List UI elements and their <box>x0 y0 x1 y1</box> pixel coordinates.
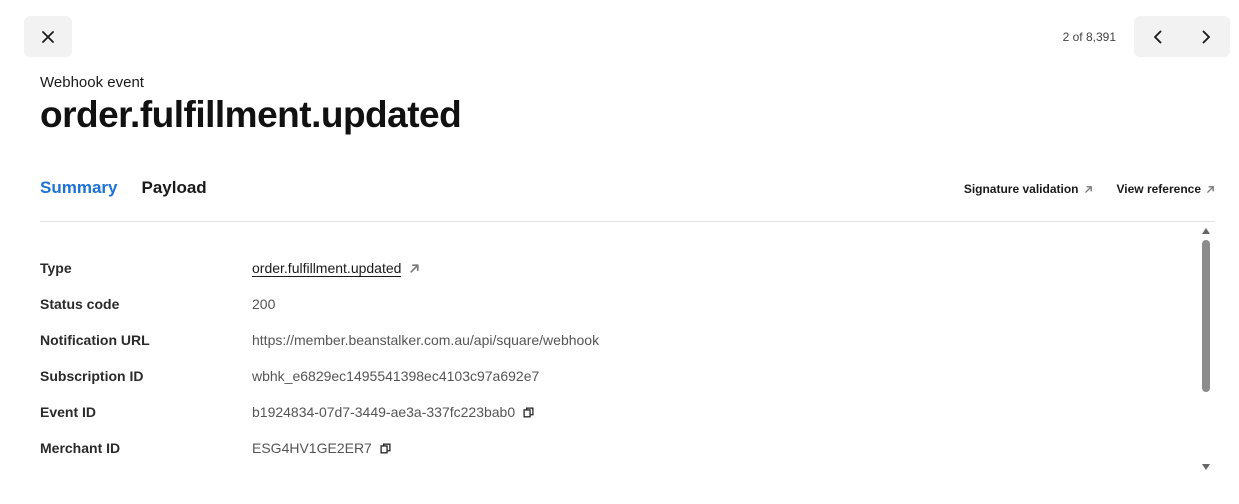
detail-row-status-code: Status code 200 <box>40 286 1190 322</box>
scroll-up-arrow[interactable] <box>1201 226 1211 236</box>
pager-controls <box>1134 16 1230 57</box>
subscription-id-value: wbhk_e6829ec1495541398ec4103c97a692e7 <box>252 368 540 384</box>
event-id-value: b1924834-07d7-3449-ae3a-337fc223bab0 <box>252 404 516 420</box>
view-reference-link[interactable]: View reference <box>1117 182 1216 196</box>
merchant-id-value: ESG4HV1GE2ER7 <box>252 440 372 456</box>
chevron-left-icon <box>1154 30 1162 43</box>
type-link[interactable]: order.fulfillment.updated <box>252 260 420 277</box>
details-list: Type order.fulfillment.updated Status co… <box>40 250 1190 466</box>
scroll-thumb[interactable] <box>1202 240 1210 392</box>
header-links: Signature validation View reference <box>964 182 1215 196</box>
external-link-icon <box>1207 185 1214 193</box>
detail-label: Status code <box>40 296 120 312</box>
detail-label: Type <box>40 260 72 276</box>
event-eyebrow: Webhook event <box>40 74 144 91</box>
external-link-icon <box>1084 185 1092 193</box>
detail-label: Merchant ID <box>40 440 121 456</box>
caret-up-icon <box>1202 228 1210 234</box>
external-link-icon <box>410 263 420 273</box>
tab-summary[interactable]: Summary <box>40 178 117 198</box>
copy-event-id-button[interactable] <box>523 406 534 418</box>
close-icon <box>42 30 54 43</box>
view-reference-label: View reference <box>1116 182 1202 196</box>
signature-validation-label: Signature validation <box>963 182 1079 196</box>
caret-down-icon <box>1202 464 1210 470</box>
tab-payload[interactable]: Payload <box>141 178 206 198</box>
event-id-container: b1924834-07d7-3449-ae3a-337fc223bab0 <box>252 404 534 420</box>
status-code-value: 200 <box>252 296 276 312</box>
divider <box>40 221 1215 222</box>
chevron-right-icon <box>1202 30 1210 43</box>
copy-icon <box>380 442 391 453</box>
previous-button[interactable] <box>1134 16 1182 57</box>
type-value[interactable]: order.fulfillment.updated <box>252 260 402 277</box>
detail-label: Subscription ID <box>40 368 144 384</box>
page-title: order.fulfillment.updated <box>40 94 462 135</box>
webhook-event-page: 2 of 8,391 Webhook event order.fulfillme… <box>0 0 1239 504</box>
detail-row-notification-url: Notification URL https://member.beanstal… <box>40 322 1190 358</box>
detail-row-subscription-id: Subscription ID wbhk_e6829ec1495541398ec… <box>40 358 1190 394</box>
detail-row-type: Type order.fulfillment.updated <box>40 250 1190 286</box>
merchant-id-container: ESG4HV1GE2ER7 <box>252 440 391 456</box>
next-button[interactable] <box>1182 16 1230 57</box>
detail-row-merchant-id: Merchant ID ESG4HV1GE2ER7 <box>40 430 1190 466</box>
scrollbar[interactable] <box>1200 224 1212 472</box>
signature-validation-link[interactable]: Signature validation <box>964 182 1093 196</box>
detail-row-event-id: Event ID b1924834-07d7-3449-ae3a-337fc22… <box>40 394 1190 430</box>
scroll-down-arrow[interactable] <box>1201 462 1211 472</box>
notification-url-value: https://member.beanstalker.com.au/api/sq… <box>252 332 600 348</box>
tab-bar: Summary Payload <box>40 178 207 198</box>
close-button[interactable] <box>24 16 72 57</box>
detail-label: Notification URL <box>40 332 150 348</box>
pager-count: 2 of 8,391 <box>1062 30 1116 44</box>
copy-merchant-id-button[interactable] <box>380 442 391 454</box>
detail-label: Event ID <box>40 404 97 420</box>
copy-icon <box>523 406 534 417</box>
